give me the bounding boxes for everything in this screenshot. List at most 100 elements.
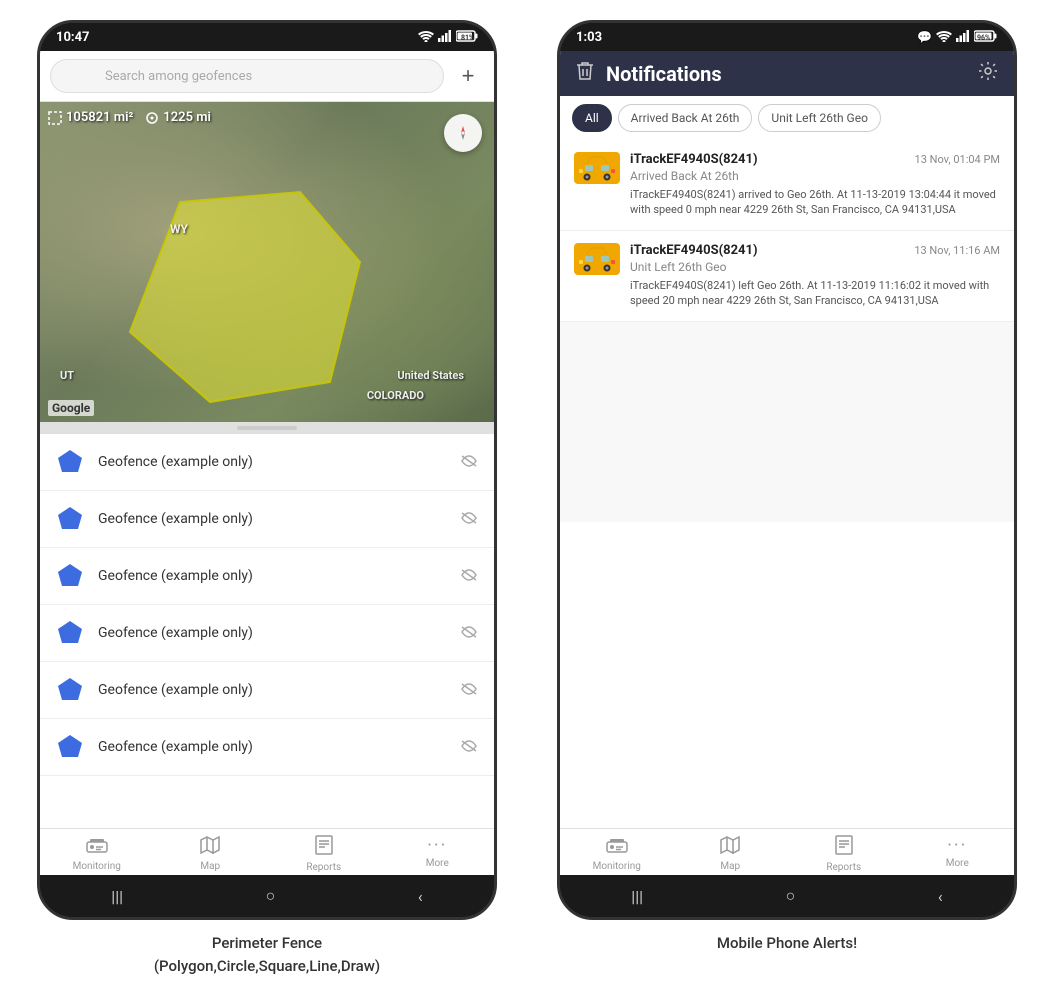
geofence-name-6: Geofence (example only) [98,739,446,755]
search-input[interactable]: Search among geofences [50,59,444,93]
distance-stat: 1225 mi [145,110,211,125]
geofence-name-4: Geofence (example only) [98,625,446,641]
car-avatar-1 [574,152,620,184]
wifi-icon [418,30,434,45]
distance-value: 1225 mi [163,110,211,125]
right-map-label: Map [720,861,740,872]
left-back-btn[interactable]: ‹ [418,887,423,906]
scroll-indicator [40,422,494,434]
right-home-btn[interactable]: ○ [786,886,796,906]
geofence-name-3: Geofence (example only) [98,568,446,584]
right-nav-monitoring[interactable]: Monitoring [560,835,674,873]
monitoring-icon [86,835,108,859]
search-wrapper[interactable]: 🔍 Search among geofences [50,59,444,93]
notifications-title: Notifications [606,62,966,86]
area-stat: 105821 mi² [48,110,133,125]
visibility-icon-6[interactable] [460,738,478,757]
geofence-name-2: Geofence (example only) [98,511,446,527]
geofence-item-6[interactable]: Geofence (example only) [40,719,494,776]
search-bar-container: 🔍 Search among geofences + [40,51,494,102]
right-home-bar: ||| ○ ‹ [560,875,1014,917]
notif-time-2: 13 Nov, 11:16 AM [914,244,1000,257]
geofence-item-2[interactable]: Geofence (example only) [40,491,494,548]
map-nav-icon [200,835,220,859]
geofence-item-1[interactable]: Geofence (example only) [40,434,494,491]
signal-icon [438,30,452,45]
right-more-label: More [946,858,969,869]
left-nav-reports[interactable]: Reports [267,835,381,873]
right-status-icons: 💬 [917,30,998,45]
left-caption: Perimeter Fence(Polygon,Circle,Square,Li… [154,932,380,977]
notif-time-1: 13 Nov, 01:04 PM [915,153,1000,166]
left-screen: 🔍 Search among geofences + [40,51,494,875]
left-monitoring-label: Monitoring [73,861,121,872]
left-time: 10:47 [56,30,90,45]
filter-tab-left[interactable]: Unit Left 26th Geo [758,104,881,132]
geofence-item-4[interactable]: Geofence (example only) [40,605,494,662]
right-back-btn[interactable]: ‹ [938,887,943,906]
left-nav-map[interactable]: Map [154,835,268,873]
map-label-us: United States [397,369,464,382]
right-recent-btn[interactable]: ||| [631,887,643,906]
add-geofence-button[interactable]: + [452,60,484,92]
battery-icon: 81% [456,30,478,45]
left-home-btn[interactable]: ○ [266,886,276,906]
notifications-list: iTrackEF4940S(8241) 13 Nov, 01:04 PM Arr… [560,140,1014,828]
geofence-item-3[interactable]: Geofence (example only) [40,548,494,605]
left-phone-wrapper: 10:47 [37,20,497,977]
notif-title-row-2: iTrackEF4940S(8241) 13 Nov, 11:16 AM [630,243,1000,258]
visibility-icon-3[interactable] [460,567,478,586]
visibility-icon-1[interactable] [460,453,478,472]
right-screen: Notifications All Arrived Back At 26t [560,51,1014,875]
left-nav-more[interactable]: ··· More [381,835,495,873]
left-map-label: Map [200,861,220,872]
reports-nav-icon [314,835,334,860]
search-placeholder: Search among geofences [87,69,252,84]
right-nav-more[interactable]: ··· More [901,835,1015,873]
left-home-bar: ||| ○ ‹ [40,875,494,917]
left-more-label: More [426,858,449,869]
notif-title-row-1: iTrackEF4940S(8241) 13 Nov, 01:04 PM [630,152,1000,167]
chat-icon: 💬 [917,30,932,44]
right-monitoring-label: Monitoring [593,861,641,872]
right-phone: 1:03 💬 [557,20,1017,920]
map-label-ut: UT [60,369,74,382]
notif-body-2: iTrackEF4940S(8241) left Geo 26th. At 11… [630,278,1000,309]
filter-tab-arrived[interactable]: Arrived Back At 26th [618,104,753,132]
geofence-polygon [100,182,380,422]
right-nav-reports[interactable]: Reports [787,835,901,873]
right-map-icon [720,835,740,859]
filter-tab-all[interactable]: All [572,104,612,132]
left-nav-monitoring[interactable]: Monitoring [40,835,154,873]
map-label-wy: WY [170,222,188,236]
notif-event-1: Arrived Back At 26th [630,169,1000,183]
map-label-co: COLORADO [367,389,424,402]
settings-icon[interactable] [978,61,998,86]
left-recent-btn[interactable]: ||| [111,887,123,906]
right-nav-map[interactable]: Map [674,835,788,873]
geofence-icon-6 [56,733,84,761]
notification-item-2[interactable]: iTrackEF4940S(8241) 13 Nov, 11:16 AM Uni… [560,231,1014,322]
notif-content-1: iTrackEF4940S(8241) 13 Nov, 01:04 PM Arr… [630,152,1000,218]
right-monitoring-icon [606,835,628,859]
visibility-icon-2[interactable] [460,510,478,529]
notifications-header: Notifications [560,51,1014,96]
delete-icon[interactable] [576,61,594,86]
svg-text:96%: 96% [977,34,990,42]
notification-item-1[interactable]: iTrackEF4940S(8241) 13 Nov, 01:04 PM Arr… [560,140,1014,231]
filter-tabs: All Arrived Back At 26th Unit Left 26th … [560,96,1014,140]
right-bottom-nav: Monitoring Map [560,828,1014,875]
notif-device-1: iTrackEF4940S(8241) [630,152,758,167]
phones-container: 10:47 [37,20,1017,977]
map-stats: 105821 mi² 1225 mi [48,110,211,125]
right-time: 1:03 [576,30,602,45]
visibility-icon-5[interactable] [460,681,478,700]
scroll-bar [237,426,297,430]
geofence-item-5[interactable]: Geofence (example only) [40,662,494,719]
compass-button[interactable] [444,114,482,152]
right-battery-icon: 96% [974,30,998,45]
notif-device-2: iTrackEF4940S(8241) [630,243,758,258]
right-phone-wrapper: 1:03 💬 [557,20,1017,955]
visibility-icon-4[interactable] [460,624,478,643]
left-phone: 10:47 [37,20,497,920]
